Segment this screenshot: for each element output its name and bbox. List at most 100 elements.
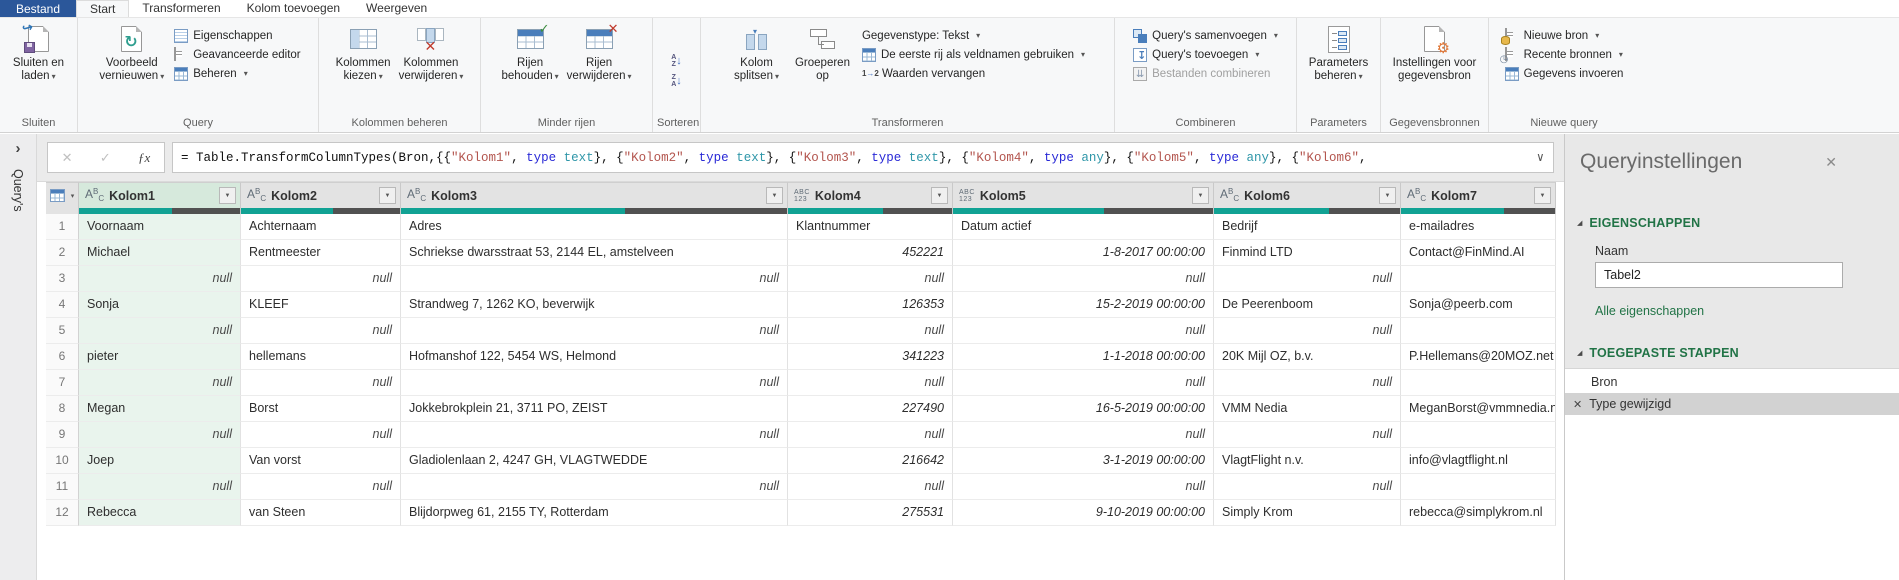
grid-cell[interactable]: null — [1214, 474, 1401, 500]
grid-cell[interactable]: null — [241, 318, 401, 344]
grid-cell[interactable]: null — [953, 422, 1214, 448]
ribbon-tab-transformeren[interactable]: Transformeren — [129, 0, 233, 17]
refresh-preview-button[interactable]: ↻ Voorbeeld vernieuwen ▾ — [95, 21, 168, 85]
grid-cell[interactable]: Michael — [79, 240, 241, 266]
row-number[interactable]: 3 — [46, 266, 79, 292]
expand-queries-pane-button[interactable]: › — [0, 140, 36, 157]
tab-bestand[interactable]: Bestand — [0, 0, 77, 17]
column-filter-button[interactable]: ▼ — [379, 187, 396, 204]
grid-cell[interactable]: Sonja@peerb.com — [1401, 292, 1556, 318]
sort-ascending-button[interactable]: A Z ↓ — [669, 53, 684, 69]
grid-cell[interactable]: null — [401, 318, 788, 344]
grid-cell[interactable]: 1-8-2017 00:00:00 — [953, 240, 1214, 266]
grid-cell[interactable]: null — [401, 370, 788, 396]
advanced-editor-button[interactable]: Geavanceerde editor — [174, 45, 301, 64]
formula-input[interactable]: = Table.TransformColumnTypes(Bron,{{"Kol… — [172, 142, 1554, 173]
column-header-kolom2[interactable]: ABC Kolom2 ▼ — [241, 182, 401, 214]
grid-cell[interactable]: null — [1214, 370, 1401, 396]
row-number[interactable]: 7 — [46, 370, 79, 396]
row-number[interactable]: 5 — [46, 318, 79, 344]
grid-cell[interactable] — [1401, 318, 1556, 344]
grid-cell[interactable]: Van vorst — [241, 448, 401, 474]
applied-step-bron[interactable]: Bron — [1565, 371, 1899, 393]
grid-cell[interactable]: null — [401, 474, 788, 500]
recent-sources-button[interactable]: ◷ Recente bronnen ▾ — [1500, 45, 1624, 64]
column-header-kolom6[interactable]: ABC Kolom6 ▼ — [1214, 182, 1401, 214]
grid-cell[interactable]: null — [953, 266, 1214, 292]
grid-cell[interactable]: Voornaam — [79, 214, 241, 240]
grid-cell[interactable] — [1401, 266, 1556, 292]
query-name-input[interactable] — [1595, 262, 1843, 288]
grid-cell[interactable]: P.Hellemans@20MOZ.net — [1401, 344, 1556, 370]
applied-steps-section-header[interactable]: ◢ TOEGEPASTE STAPPEN — [1577, 346, 1739, 360]
grid-cell[interactable]: Joep — [79, 448, 241, 474]
column-filter-button[interactable]: ▼ — [931, 187, 948, 204]
grid-cell[interactable]: null — [241, 266, 401, 292]
grid-cell[interactable]: 341223 — [788, 344, 953, 370]
choose-columns-button[interactable]: Kolommen kiezen ▾ — [332, 21, 395, 85]
enter-data-button[interactable]: Gegevens invoeren — [1504, 64, 1623, 83]
grid-cell[interactable]: null — [79, 422, 241, 448]
applied-step-type-gewijzigd[interactable]: ✕ Type gewijzigd — [1565, 393, 1899, 415]
grid-cell[interactable]: KLEEF — [241, 292, 401, 318]
grid-cell[interactable]: 16-5-2019 00:00:00 — [953, 396, 1214, 422]
grid-cell[interactable]: Adres — [401, 214, 788, 240]
grid-cell[interactable]: pieter — [79, 344, 241, 370]
row-number[interactable]: 8 — [46, 396, 79, 422]
row-number[interactable]: 6 — [46, 344, 79, 370]
grid-cell[interactable]: null — [788, 318, 953, 344]
grid-cell[interactable] — [1401, 474, 1556, 500]
grid-cell[interactable]: null — [79, 474, 241, 500]
column-filter-button[interactable]: ▼ — [219, 187, 236, 204]
grid-cell[interactable]: Schriekse dwarsstraat 53, 2144 EL, amste… — [401, 240, 788, 266]
grid-cell[interactable]: null — [788, 370, 953, 396]
grid-cell[interactable]: MeganBorst@vmmnedia.nl — [1401, 396, 1556, 422]
grid-cell[interactable]: 3-1-2019 00:00:00 — [953, 448, 1214, 474]
grid-cell[interactable]: Simply Krom — [1214, 500, 1401, 526]
grid-cell[interactable]: null — [401, 422, 788, 448]
grid-cell[interactable]: 227490 — [788, 396, 953, 422]
ribbon-tab-weergeven[interactable]: Weergeven — [353, 0, 440, 17]
grid-cell[interactable] — [1401, 422, 1556, 448]
grid-cell[interactable]: null — [1214, 266, 1401, 292]
grid-cell[interactable]: null — [788, 422, 953, 448]
grid-cell[interactable]: null — [79, 318, 241, 344]
grid-cell[interactable]: rebecca@simplykrom.nl — [1401, 500, 1556, 526]
grid-cell[interactable]: Hofmanshof 122, 5454 WS, Helmond — [401, 344, 788, 370]
grid-cell[interactable]: Blijdorpweg 61, 2155 TY, Rotterdam — [401, 500, 788, 526]
properties-section-header[interactable]: ◢ EIGENSCHAPPEN — [1577, 216, 1700, 230]
grid-cell[interactable]: Jokkebrokplein 21, 3711 PO, ZEIST — [401, 396, 788, 422]
grid-cell[interactable]: Bedrijf — [1214, 214, 1401, 240]
column-header-kolom7[interactable]: ABC Kolom7 ▼ — [1401, 182, 1556, 214]
grid-cell[interactable]: info@vlagtflight.nl — [1401, 448, 1556, 474]
column-filter-button[interactable]: ▼ — [1192, 187, 1209, 204]
grid-cell[interactable]: e-mailadres — [1401, 214, 1556, 240]
column-header-kolom1[interactable]: ABC Kolom1 ▼ — [79, 182, 241, 214]
grid-cell[interactable]: null — [241, 474, 401, 500]
properties-button[interactable]: Eigenschappen — [174, 26, 300, 45]
grid-cell[interactable]: null — [953, 318, 1214, 344]
grid-cell[interactable]: hellemans — [241, 344, 401, 370]
close-panel-icon[interactable]: ✕ — [1825, 154, 1837, 171]
new-source-button[interactable]: Nieuwe bron ▾ — [1500, 26, 1624, 45]
grid-cell[interactable]: 275531 — [788, 500, 953, 526]
ribbon-tab-kolom-toevoegen[interactable]: Kolom toevoegen — [234, 0, 353, 17]
grid-cell[interactable]: 1-1-2018 00:00:00 — [953, 344, 1214, 370]
grid-cell[interactable]: Strandweg 7, 1262 KO, beverwijk — [401, 292, 788, 318]
manage-parameters-button[interactable]: Parameters beheren ▾ — [1305, 21, 1372, 85]
keep-rows-button[interactable]: ✓ Rijen behouden ▾ — [497, 21, 562, 85]
grid-cell[interactable]: 9-10-2019 00:00:00 — [953, 500, 1214, 526]
manage-query-button[interactable]: Beheren ▾ — [174, 64, 300, 83]
grid-cell[interactable]: 20K Mijl OZ, b.v. — [1214, 344, 1401, 370]
grid-cell[interactable]: Megan — [79, 396, 241, 422]
grid-cell[interactable]: null — [241, 370, 401, 396]
sort-descending-button[interactable]: Z A ↓ — [669, 73, 684, 89]
row-number[interactable]: 10 — [46, 448, 79, 474]
grid-cell[interactable]: 452221 — [788, 240, 953, 266]
grid-cell[interactable]: 126353 — [788, 292, 953, 318]
row-number[interactable]: 12 — [46, 500, 79, 526]
column-filter-button[interactable]: ▼ — [1534, 187, 1551, 204]
grid-cell[interactable]: null — [953, 474, 1214, 500]
group-by-button[interactable]: Groeperen op — [791, 21, 854, 85]
row-number[interactable]: 11 — [46, 474, 79, 500]
